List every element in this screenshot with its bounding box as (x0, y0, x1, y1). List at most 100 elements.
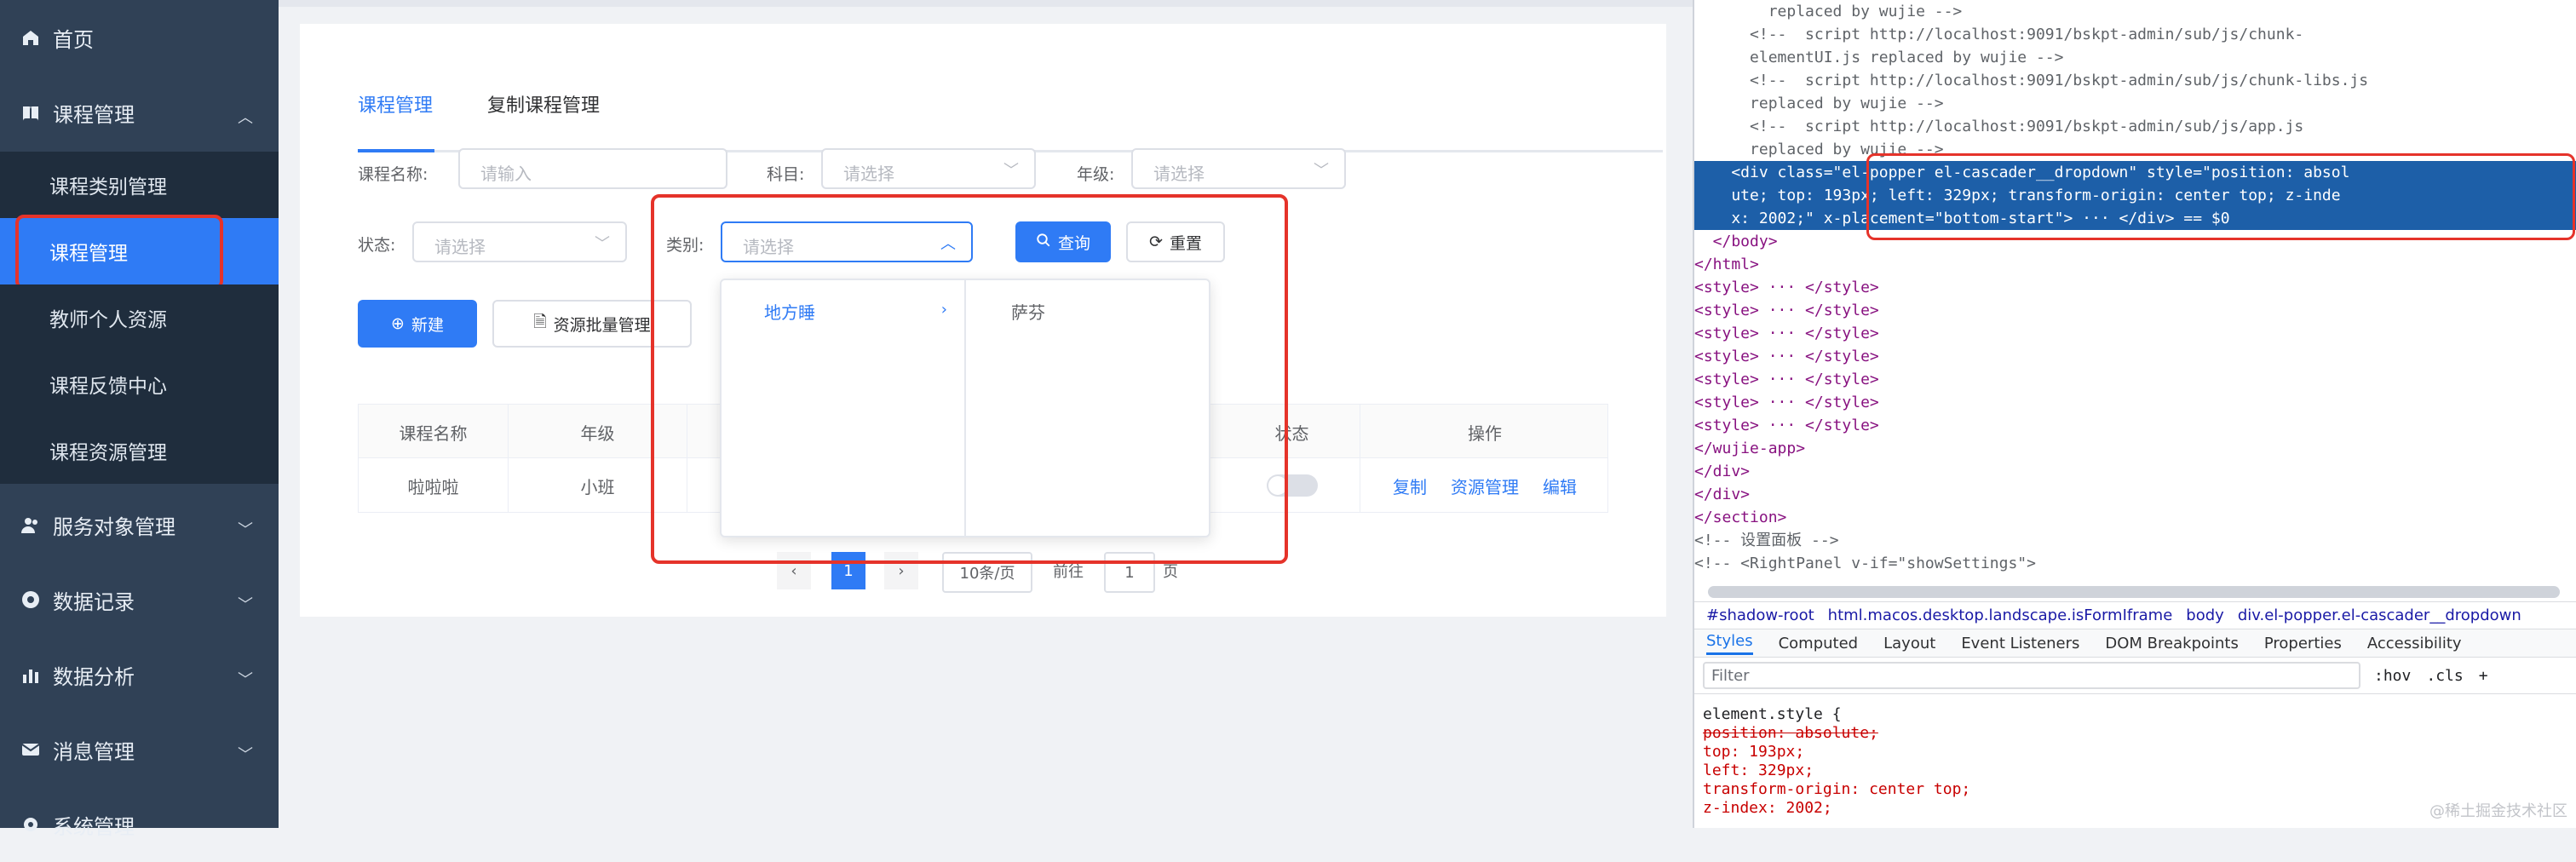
code-line: <!-- script http://localhost:9091/bskpt-… (1694, 26, 2304, 43)
sidebar-item-course-category[interactable]: 课程类别管理 (0, 152, 279, 218)
mail-icon (20, 739, 41, 760)
nav-system-label: 系统管理 (53, 814, 135, 839)
tab-styles[interactable]: Styles (1706, 632, 1753, 655)
code-line: replaced by wujie --> (1694, 95, 1944, 112)
nav-home-label: 首页 (53, 27, 94, 52)
code-line[interactable]: <style> ··· </style> (1694, 368, 2563, 391)
record-icon (20, 589, 41, 610)
sidebar-item-label: 课程反馈中心 (49, 376, 167, 398)
nav-course-management-label: 课程管理 (53, 102, 135, 127)
sidebar-item-teacher-resource[interactable]: 教师个人资源 (0, 284, 279, 351)
hov-toggle[interactable]: :hov (2374, 667, 2411, 685)
tab-copy-course-management[interactable]: 复制课程管理 (487, 90, 600, 118)
code-line: </wujie-app> (1694, 440, 1806, 457)
subject-label: 科目: (767, 165, 805, 184)
style-selector: element.style { (1703, 705, 1842, 723)
code-line[interactable]: <style> ··· </style> (1694, 299, 2563, 322)
nav-data-record[interactable]: 数据记录 ﹀ (0, 562, 279, 637)
sidebar-item-label: 教师个人资源 (49, 309, 167, 331)
edit-link[interactable]: 编辑 (1543, 474, 1577, 498)
nav-service-target[interactable]: 服务对象管理 ﹀ (0, 487, 279, 562)
sidebar-item-feedback[interactable]: 课程反馈中心 (0, 351, 279, 417)
code-line: </div> (1694, 463, 1751, 480)
code-line: elementUI.js replaced by wujie --> (1694, 49, 2064, 66)
code-line[interactable]: <style> ··· </style> (1694, 345, 2563, 368)
subject-placeholder: 请选择 (843, 164, 894, 184)
highlight-box (1866, 153, 2575, 240)
styles-filter-bar: Filter :hov .cls + (1694, 658, 2576, 694)
grade-placeholder: 请选择 (1153, 164, 1205, 184)
code-line[interactable]: <style> ··· </style> (1694, 276, 2563, 299)
style-declaration[interactable]: position: absolute; (1703, 724, 2576, 743)
watermark: @稀土掘金技术社区 (2429, 802, 2567, 820)
tab-event-listeners[interactable]: Event Listeners (1961, 635, 2079, 652)
nav-service-target-label: 服务对象管理 (53, 514, 175, 539)
breadcrumb-item[interactable]: div.el-popper.el-cascader__dropdown (2238, 606, 2521, 624)
devtools-panel: replaced by wujie --> <!-- script http:/… (1693, 0, 2576, 828)
code-line: </div> (1694, 486, 1751, 503)
status-placeholder: 请选择 (434, 237, 486, 257)
style-declaration[interactable]: top: 193px; (1703, 743, 2576, 761)
course-name-label: 课程名称: (358, 165, 428, 184)
chevron-down-icon: ﹀ (238, 596, 253, 614)
code-line[interactable]: <style> ··· </style> (1694, 414, 2563, 437)
nav-system[interactable]: 系统管理 (0, 787, 279, 862)
breadcrumb-item[interactable]: #shadow-root (1706, 606, 1814, 624)
styles-filter-input[interactable]: Filter (1703, 662, 2360, 689)
top-strip (279, 0, 1693, 7)
table-header-cell: 操作 (1468, 422, 1502, 444)
chart-icon (20, 664, 41, 685)
nav-home[interactable]: 首页 (0, 0, 279, 75)
status-select[interactable]: 请选择 ﹀ (412, 221, 627, 262)
course-name-input[interactable]: 请输入 (458, 148, 727, 189)
tab-layout[interactable]: Layout (1883, 635, 1935, 652)
highlight-box (651, 194, 1288, 564)
chevron-down-icon: ﹀ (238, 746, 253, 764)
code-line: </section> (1694, 509, 1787, 526)
nav-data-analysis[interactable]: 数据分析 ﹀ (0, 637, 279, 712)
tab-accessibility[interactable]: Accessibility (2367, 635, 2462, 652)
chevron-down-icon: ﹀ (238, 671, 253, 689)
code-line: <!-- 设置面板 --> (1694, 532, 1839, 549)
sidebar-item-course-resource[interactable]: 课程资源管理 (0, 417, 279, 484)
grade-select[interactable]: 请选择 ﹀ (1131, 148, 1346, 189)
code-line: <!-- script http://localhost:9091/bskpt-… (1694, 72, 2369, 89)
nav-course-management[interactable]: 课程管理 ︿ (0, 75, 279, 150)
copy-link[interactable]: 复制 (1393, 474, 1427, 498)
tab-properties[interactable]: Properties (2264, 635, 2342, 652)
chevron-down-icon: ﹀ (1003, 162, 1019, 180)
code-line[interactable]: <style> ··· </style> (1694, 322, 2563, 345)
nav-message-label: 消息管理 (53, 739, 135, 764)
dom-breadcrumb: #shadow-root html.macos.desktop.landscap… (1694, 601, 2576, 628)
horizontal-scrollbar[interactable] (1708, 586, 2560, 598)
resource-management-link[interactable]: 资源管理 (1451, 474, 1519, 498)
elements-tree: replaced by wujie --> <!-- script http:/… (1694, 0, 2576, 613)
add-rule-icon[interactable]: + (2479, 667, 2488, 685)
users-icon (20, 514, 41, 535)
code-line[interactable]: <style> ··· </style> (1694, 391, 2563, 414)
chevron-up-icon: ︿ (238, 109, 253, 127)
nav-message[interactable]: 消息管理 ﹀ (0, 712, 279, 787)
cls-toggle[interactable]: .cls (2426, 667, 2463, 685)
document-icon: 🗎 (533, 313, 547, 331)
breadcrumb-item[interactable]: body (2186, 606, 2224, 624)
subject-select[interactable]: 请选择 ﹀ (821, 148, 1036, 189)
gear-icon (20, 814, 41, 835)
style-declaration[interactable]: transform-origin: center top; (1703, 780, 2576, 799)
tab-dom-breakpoints[interactable]: DOM Breakpoints (2105, 635, 2238, 652)
ops-cell: 复制 资源管理 编辑 (1360, 458, 1609, 513)
devtools-panel-tabs: Styles Computed Layout Event Listeners D… (1694, 629, 2576, 658)
chevron-down-icon: ﹀ (595, 235, 610, 253)
code-line: <!-- script http://localhost:9091/bskpt-… (1694, 118, 2304, 135)
nav-data-analysis-label: 数据分析 (53, 664, 135, 689)
nav-data-record-label: 数据记录 (53, 589, 135, 614)
course-name-cell: 啦啦啦 (359, 458, 509, 513)
style-declaration[interactable]: left: 329px; (1703, 761, 2576, 780)
tab-course-management[interactable]: 课程管理 (358, 90, 433, 118)
table-header-cell: 课程名称 (359, 405, 509, 459)
tab-computed[interactable]: Computed (1779, 635, 1859, 652)
tabs: 课程管理 复制课程管理 (358, 68, 1666, 152)
status-label: 状态: (358, 236, 396, 255)
new-button[interactable]: ⊕ 新建 (358, 300, 477, 348)
breadcrumb-item[interactable]: html.macos.desktop.landscape.isFormIfram… (1828, 606, 2173, 624)
